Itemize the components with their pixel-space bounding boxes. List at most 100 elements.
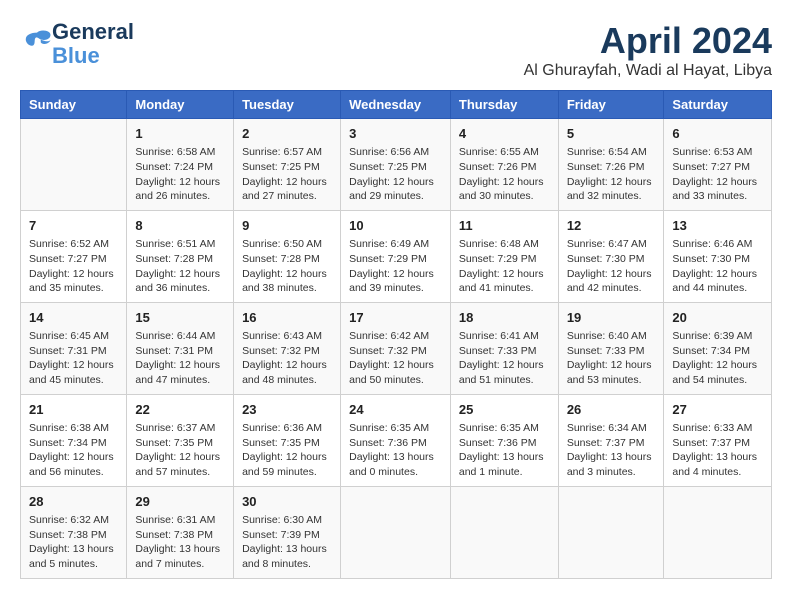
day-number: 7 <box>29 217 118 235</box>
day-number: 25 <box>459 401 550 419</box>
calendar-cell <box>21 119 127 211</box>
calendar-cell <box>664 486 772 578</box>
calendar-cell: 5 Sunrise: 6:54 AM Sunset: 7:26 PM Daylig… <box>558 119 664 211</box>
header-wednesday: Wednesday <box>341 91 451 119</box>
day-number: 27 <box>672 401 763 419</box>
calendar-week-row: 7 Sunrise: 6:52 AM Sunset: 7:27 PM Daylig… <box>21 210 772 302</box>
day-number: 30 <box>242 493 332 511</box>
day-number: 10 <box>349 217 442 235</box>
calendar-cell: 10 Sunrise: 6:49 AM Sunset: 7:29 PM Dayli… <box>341 210 451 302</box>
day-number: 13 <box>672 217 763 235</box>
calendar-cell: 15 Sunrise: 6:44 AM Sunset: 7:31 PM Dayli… <box>127 302 234 394</box>
calendar-cell: 7 Sunrise: 6:52 AM Sunset: 7:27 PM Daylig… <box>21 210 127 302</box>
day-info: Sunrise: 6:54 AM Sunset: 7:26 PM Dayligh… <box>567 145 656 204</box>
day-info: Sunrise: 6:53 AM Sunset: 7:27 PM Dayligh… <box>672 145 763 204</box>
day-number: 23 <box>242 401 332 419</box>
day-info: Sunrise: 6:37 AM Sunset: 7:35 PM Dayligh… <box>135 421 225 480</box>
header-saturday: Saturday <box>664 91 772 119</box>
day-info: Sunrise: 6:57 AM Sunset: 7:25 PM Dayligh… <box>242 145 332 204</box>
calendar-week-row: 14 Sunrise: 6:45 AM Sunset: 7:31 PM Dayli… <box>21 302 772 394</box>
header-monday: Monday <box>127 91 234 119</box>
header-tuesday: Tuesday <box>234 91 341 119</box>
calendar-cell: 30Sunrise: 6:30 AM Sunset: 7:39 PM Dayli… <box>234 486 341 578</box>
logo-bird-icon <box>22 27 52 57</box>
day-info: Sunrise: 6:41 AM Sunset: 7:33 PM Dayligh… <box>459 329 550 388</box>
day-info: Sunrise: 6:50 AM Sunset: 7:28 PM Dayligh… <box>242 237 332 296</box>
calendar-cell <box>341 486 451 578</box>
calendar-cell: 17 Sunrise: 6:42 AM Sunset: 7:32 PM Dayli… <box>341 302 451 394</box>
day-info: Sunrise: 6:42 AM Sunset: 7:32 PM Dayligh… <box>349 329 442 388</box>
calendar-cell: 3 Sunrise: 6:56 AM Sunset: 7:25 PM Daylig… <box>341 119 451 211</box>
month-title: April 2024 <box>524 20 772 62</box>
calendar-week-row: 28 Sunrise: 6:32 AM Sunset: 7:38 PM Dayli… <box>21 486 772 578</box>
day-number: 24 <box>349 401 442 419</box>
day-number: 9 <box>242 217 332 235</box>
day-info: Sunrise: 6:51 AM Sunset: 7:28 PM Dayligh… <box>135 237 225 296</box>
header-thursday: Thursday <box>450 91 558 119</box>
day-number: 17 <box>349 309 442 327</box>
day-number: 28 <box>29 493 118 511</box>
calendar-cell: 6 Sunrise: 6:53 AM Sunset: 7:27 PM Daylig… <box>664 119 772 211</box>
day-info: Sunrise: 6:35 AM Sunset: 7:36 PM Dayligh… <box>459 421 550 480</box>
calendar-week-row: 21 Sunrise: 6:38 AM Sunset: 7:34 PM Dayli… <box>21 394 772 486</box>
day-number: 4 <box>459 125 550 143</box>
day-info: Sunrise: 6:45 AM Sunset: 7:31 PM Dayligh… <box>29 329 118 388</box>
day-info: Sunrise: 6:44 AM Sunset: 7:31 PM Dayligh… <box>135 329 225 388</box>
location-title: Al Ghurayfah, Wadi al Hayat, Libya <box>524 62 772 80</box>
calendar-cell: 14 Sunrise: 6:45 AM Sunset: 7:31 PM Dayli… <box>21 302 127 394</box>
calendar-cell: 1 Sunrise: 6:58 AM Sunset: 7:24 PM Daylig… <box>127 119 234 211</box>
calendar-cell: 16Sunrise: 6:43 AM Sunset: 7:32 PM Dayli… <box>234 302 341 394</box>
day-info: Sunrise: 6:31 AM Sunset: 7:38 PM Dayligh… <box>135 513 225 572</box>
day-number: 3 <box>349 125 442 143</box>
calendar-cell: 13 Sunrise: 6:46 AM Sunset: 7:30 PM Dayli… <box>664 210 772 302</box>
day-info: Sunrise: 6:36 AM Sunset: 7:35 PM Dayligh… <box>242 421 332 480</box>
calendar-cell: 11Sunrise: 6:48 AM Sunset: 7:29 PM Dayli… <box>450 210 558 302</box>
day-info: Sunrise: 6:35 AM Sunset: 7:36 PM Dayligh… <box>349 421 442 480</box>
calendar-cell: 22Sunrise: 6:37 AM Sunset: 7:35 PM Dayli… <box>127 394 234 486</box>
calendar-cell: 19Sunrise: 6:40 AM Sunset: 7:33 PM Dayli… <box>558 302 664 394</box>
calendar-table: SundayMondayTuesdayWednesdayThursdayFrid… <box>20 90 772 579</box>
calendar-cell: 18 Sunrise: 6:41 AM Sunset: 7:33 PM Dayli… <box>450 302 558 394</box>
day-info: Sunrise: 6:56 AM Sunset: 7:25 PM Dayligh… <box>349 145 442 204</box>
day-info: Sunrise: 6:46 AM Sunset: 7:30 PM Dayligh… <box>672 237 763 296</box>
calendar-header-row: SundayMondayTuesdayWednesdayThursdayFrid… <box>21 91 772 119</box>
header-friday: Friday <box>558 91 664 119</box>
calendar-cell: 20 Sunrise: 6:39 AM Sunset: 7:34 PM Dayli… <box>664 302 772 394</box>
day-info: Sunrise: 6:55 AM Sunset: 7:26 PM Dayligh… <box>459 145 550 204</box>
calendar-cell <box>450 486 558 578</box>
day-info: Sunrise: 6:33 AM Sunset: 7:37 PM Dayligh… <box>672 421 763 480</box>
day-number: 21 <box>29 401 118 419</box>
calendar-cell: 28 Sunrise: 6:32 AM Sunset: 7:38 PM Dayli… <box>21 486 127 578</box>
calendar-cell: 23 Sunrise: 6:36 AM Sunset: 7:35 PM Dayli… <box>234 394 341 486</box>
calendar-week-row: 1 Sunrise: 6:58 AM Sunset: 7:24 PM Daylig… <box>21 119 772 211</box>
day-info: Sunrise: 6:38 AM Sunset: 7:34 PM Dayligh… <box>29 421 118 480</box>
calendar-cell: 26Sunrise: 6:34 AM Sunset: 7:37 PM Dayli… <box>558 394 664 486</box>
calendar-cell: 27 Sunrise: 6:33 AM Sunset: 7:37 PM Dayli… <box>664 394 772 486</box>
day-number: 18 <box>459 309 550 327</box>
calendar-cell: 24 Sunrise: 6:35 AM Sunset: 7:36 PM Dayli… <box>341 394 451 486</box>
day-number: 26 <box>567 401 656 419</box>
calendar-cell: 12Sunrise: 6:47 AM Sunset: 7:30 PM Dayli… <box>558 210 664 302</box>
day-number: 19 <box>567 309 656 327</box>
calendar-cell: 4 Sunrise: 6:55 AM Sunset: 7:26 PM Daylig… <box>450 119 558 211</box>
day-number: 5 <box>567 125 656 143</box>
day-info: Sunrise: 6:32 AM Sunset: 7:38 PM Dayligh… <box>29 513 118 572</box>
day-number: 1 <box>135 125 225 143</box>
day-number: 2 <box>242 125 332 143</box>
day-number: 8 <box>135 217 225 235</box>
day-number: 6 <box>672 125 763 143</box>
day-info: Sunrise: 6:58 AM Sunset: 7:24 PM Dayligh… <box>135 145 225 204</box>
day-info: Sunrise: 6:49 AM Sunset: 7:29 PM Dayligh… <box>349 237 442 296</box>
logo-text: GeneralBlue <box>52 20 134 68</box>
day-info: Sunrise: 6:39 AM Sunset: 7:34 PM Dayligh… <box>672 329 763 388</box>
day-number: 29 <box>135 493 225 511</box>
calendar-cell: 2 Sunrise: 6:57 AM Sunset: 7:25 PM Daylig… <box>234 119 341 211</box>
day-number: 20 <box>672 309 763 327</box>
day-number: 14 <box>29 309 118 327</box>
day-number: 11 <box>459 217 550 235</box>
calendar-cell <box>558 486 664 578</box>
day-info: Sunrise: 6:52 AM Sunset: 7:27 PM Dayligh… <box>29 237 118 296</box>
day-number: 15 <box>135 309 225 327</box>
page-header: GeneralBlue April 2024 Al Ghurayfah, Wad… <box>20 20 772 80</box>
calendar-cell: 29 Sunrise: 6:31 AM Sunset: 7:38 PM Dayli… <box>127 486 234 578</box>
